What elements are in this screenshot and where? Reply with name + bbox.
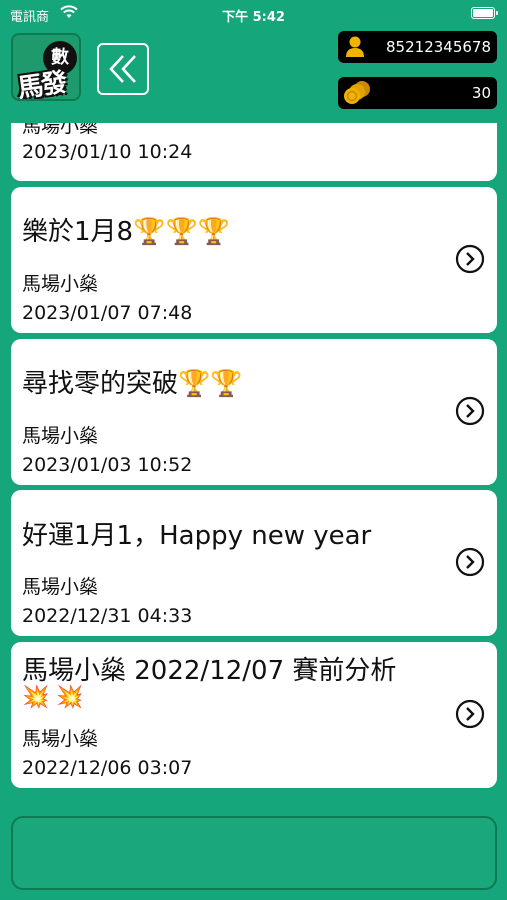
double-chevron-left-icon [109,55,136,83]
back-button[interactable] [97,43,149,95]
status-bar: 電訊商 下午 5:42 [0,0,507,28]
post-title: 樂於1月8🏆🏆🏆 [22,217,231,247]
post-author: 馬場小燊 [22,576,99,598]
coin-balance[interactable]: 30 [338,77,497,109]
post-author: 馬場小燊 [22,123,99,137]
post-author: 馬場小燊 [22,425,99,447]
post-title: 尋找零的突破🏆🏆 [22,369,243,399]
post-date: 2022/12/31 04:33 [22,605,193,627]
post-author: 馬場小燊 [22,728,99,750]
post-card[interactable]: 馬場小燊 2023/01/10 10:24 [11,123,497,181]
clock: 下午 5:42 [222,10,285,25]
post-list[interactable]: 馬場小燊 2023/01/10 10:24 樂於1月8🏆🏆🏆 馬場小燊 2023… [11,123,497,793]
post-date: 2023/01/10 10:24 [22,141,193,163]
post-title: 好運1月1，Happy new year [22,521,372,551]
post-date: 2022/12/06 03:07 [22,757,193,779]
account-number: 85212345678 [386,38,491,56]
post-date: 2023/01/07 07:48 [22,302,193,324]
post-date: 2023/01/03 10:52 [22,454,193,476]
post-card[interactable]: 樂於1月8🏆🏆🏆 馬場小燊 2023/01/07 07:48 [11,187,497,333]
chevron-right-icon[interactable] [455,244,485,274]
chevron-right-icon[interactable] [455,699,485,729]
battery-icon [471,7,498,19]
post-title-emoji: 💥 💥 [22,685,84,710]
app-logo: 數 馬發 [11,33,81,101]
post-author: 馬場小燊 [22,273,99,295]
coins-icon [344,81,370,104]
account-display[interactable]: 85212345678 [338,31,497,63]
user-icon [346,36,364,57]
bottom-panel [11,816,497,890]
post-title: 馬場小燊 2022/12/07 賽前分析 [22,656,397,686]
post-card[interactable]: 馬場小燊 2022/12/07 賽前分析 💥 💥 馬場小燊 2022/12/06… [11,642,497,788]
logo-text: 馬發 [15,67,68,101]
chevron-right-icon[interactable] [455,396,485,426]
post-card[interactable]: 尋找零的突破🏆🏆 馬場小燊 2023/01/03 10:52 [11,339,497,485]
post-card[interactable]: 好運1月1，Happy new year 馬場小燊 2022/12/31 04:… [11,490,497,636]
coin-count: 30 [471,84,491,102]
chevron-right-icon[interactable] [455,547,485,577]
